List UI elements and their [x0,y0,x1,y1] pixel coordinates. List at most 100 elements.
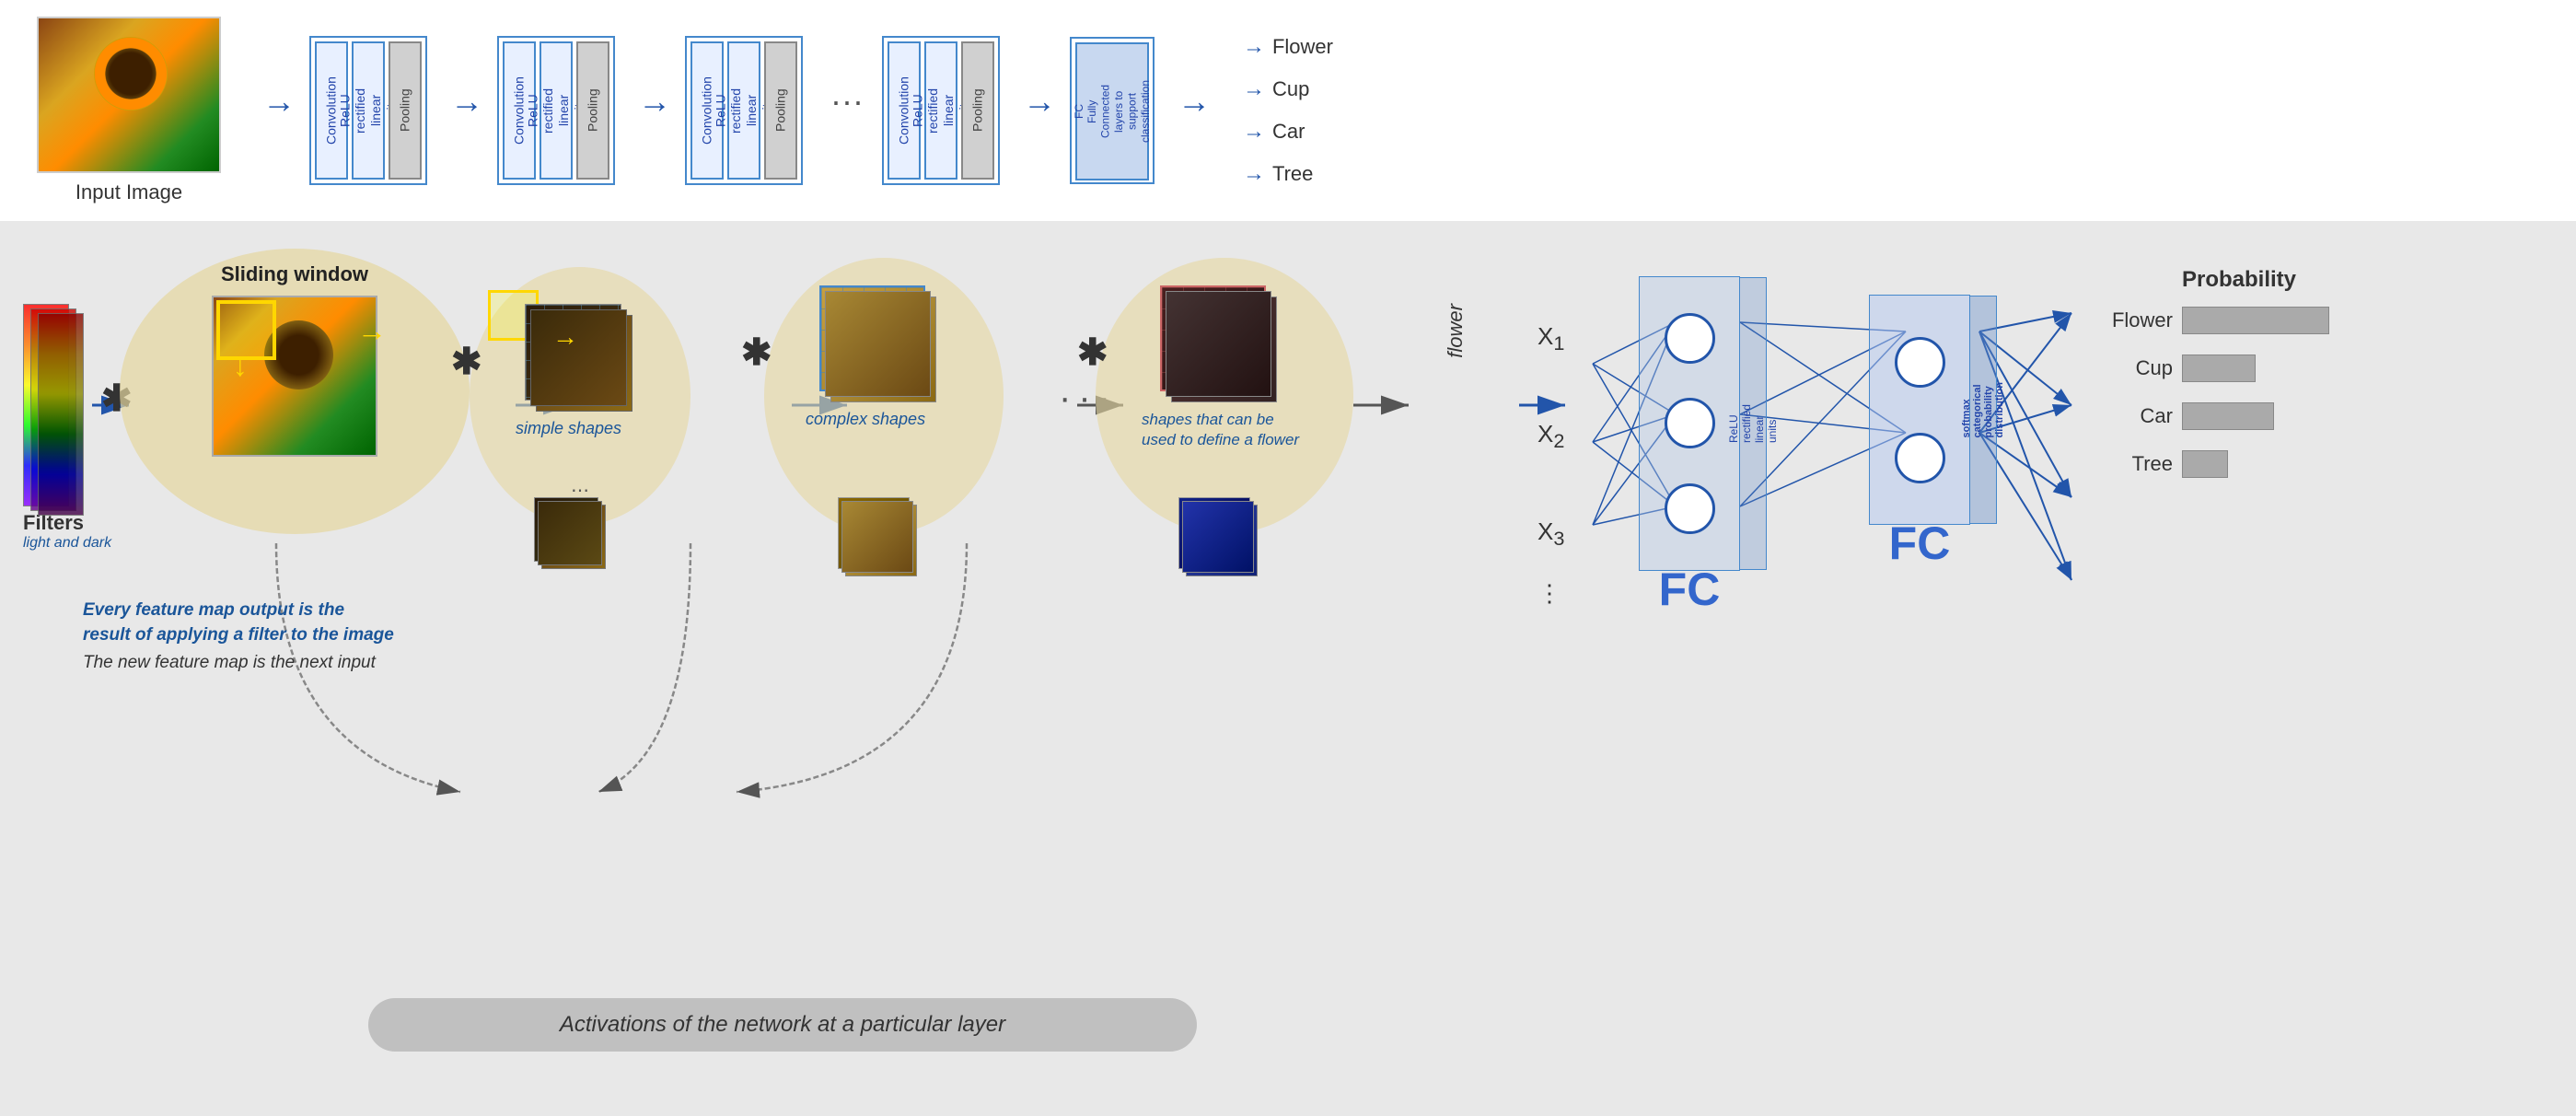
pool-layer-1: Pooling [389,41,422,180]
sub-map-stack-3 [1178,497,1261,580]
activations-label: Activations of the network at a particul… [368,998,1197,1052]
output-car: → Car [1243,119,1333,145]
flower-shapes-label: shapes that can beused to define a flowe… [1142,410,1299,450]
filter-strip-2 [38,313,84,516]
sub-map3-b1 [1182,501,1254,573]
softmax-side: softmaxcategoricalprobabilitydistributio… [1969,296,1997,524]
stage2-maps: ✱ complex shapes [792,285,939,429]
fm-stack-3 [1160,285,1280,405]
relu-layer-4: ReLUrectifiedlinearunits [924,41,957,180]
output-arrow-cup: → [1243,76,1265,102]
relu-layer-2: ReLUrectifiedlinearunits [540,41,573,180]
fc1-block: ReLUrectifiedlinearunits FC [1639,276,1740,571]
prob-item-cup: Cup [2099,355,2329,382]
input-image [37,17,221,173]
cnn-block-2: Convolution ReLUrectifiedlinearunits Poo… [497,36,615,185]
pool-layer-2: Pooling [576,41,609,180]
probability-section: Probability Flower Cup Car Tree [2099,267,2329,498]
x3-label: X3 [1537,517,1564,551]
yellow-arrow-right: → [357,314,387,348]
sliding-window-area: Sliding window → → [120,249,470,534]
prob-name-cup: Cup [2099,356,2173,380]
fm-back-1 [530,309,627,406]
fc1-node-1 [1665,313,1715,364]
yellow-arrow-stage1: → [552,322,578,352]
asterisk-3: ✱ [741,331,772,374]
sub-map-stack-2 [838,497,921,580]
simple-shapes-label: simple shapes [516,419,635,438]
arrow-5: → [1178,82,1211,121]
fc2-node-1 [1895,337,1945,388]
input-label: Input Image [75,180,182,204]
prob-name-flower: Flower [2099,308,2173,332]
filters-sublabel: light and dark [23,535,111,552]
output-flower: → Flower [1243,34,1333,60]
cnn-block-4: Convolution ReLUrectifiedlinearunits Poo… [882,36,1000,185]
x1-label: X1 [1537,322,1564,355]
output-arrow-car: → [1243,119,1265,145]
pool-layer-4: Pooling [961,41,994,180]
x-dots-label: ⋮ [1537,579,1564,608]
prob-bar-cup [2182,355,2256,382]
fc2-node-2 [1895,433,1945,483]
arrow-1: → [262,82,296,121]
output-label-car: Car [1272,120,1305,144]
input-image-container: Input Image [37,17,221,204]
sub-maps-1 [534,497,608,571]
relu-layer-3: ReLUrectifiedlinearunits [727,41,760,180]
output-labels: → Flower → Cup → Car → Tree [1243,34,1333,187]
feature-maps-1: ✱ → simple shapes ⋯ [497,295,635,438]
fc1-node-2 [1665,398,1715,448]
prob-item-flower: Flower [2099,307,2329,334]
filters-section: Filters light and dark [23,304,111,552]
fm2-back-1 [825,291,931,397]
fc-layer-top: FCFullyConnectedlayers tosupportclassifi… [1075,42,1149,180]
fc2-block: softmaxcategoricalprobabilitydistributio… [1869,295,1970,525]
fc1-node-3 [1665,483,1715,534]
relu-layer-1: ReLUrectifiedlinearunits [352,41,385,180]
bottom-section: Filters light and dark ✱ Sliding window … [0,221,2576,1116]
sub-maps-2 [838,497,921,580]
sliding-window-box [216,300,276,360]
relu-side: ReLUrectifiedlinearunits [1739,277,1767,570]
annotation-section: Every feature map output is theresult of… [83,599,470,673]
fc-block-top: FCFullyConnectedlayers tosupportclassifi… [1070,37,1155,184]
fc1-label: FC [1659,563,1721,616]
stage3-maps: ✱ shapes that can beused to define a flo… [1132,285,1299,450]
flower-vertical-label: flower [1445,304,1466,358]
asterisk-4: ✱ [1077,331,1108,374]
pool-layer-3: Pooling [764,41,797,180]
prob-bar-flower [2182,307,2329,334]
top-dots: ··· [830,82,864,121]
fc2-label: FC [1889,517,1951,570]
fm3-back-1 [1166,291,1271,397]
complex-shapes-label: complex shapes [806,410,939,429]
output-label-cup: Cup [1272,77,1309,101]
sub-map-stack-1 [534,497,608,571]
output-label-tree: Tree [1272,162,1313,186]
arrow-4: → [1023,82,1056,121]
arrow-3: → [638,82,671,121]
sliding-window-label: Sliding window [221,262,368,286]
fm-stack-2 [819,285,939,405]
prob-name-tree: Tree [2099,452,2173,476]
arrow-2: → [450,82,483,121]
prob-item-tree: Tree [2099,450,2329,478]
prob-bar-car [2182,402,2274,430]
annotation-blue-text: Every feature map output is theresult of… [83,599,470,647]
sub-maps-3 [1178,497,1261,580]
output-cup: → Cup [1243,76,1333,102]
prob-item-car: Car [2099,402,2329,430]
output-arrow-tree: → [1243,161,1265,187]
feature-maps-2: ✱ complex shapes [792,276,939,429]
stage1-maps: ✱ → simple shapes [497,304,635,438]
x-inputs: X1 X2 X3 ⋮ [1537,322,1564,608]
x2-label: X2 [1537,420,1564,453]
fm-stack-1 [525,304,635,414]
yellow-arrow-down: → [228,354,262,383]
sub-map2-b1 [841,501,913,573]
sub-map-b1 [538,501,602,565]
output-tree: → Tree [1243,161,1333,187]
top-section: Input Image → Convolution ReLUrectifiedl… [0,0,2576,221]
cnn-block-3: Convolution ReLUrectifiedlinearunits Poo… [685,36,803,185]
